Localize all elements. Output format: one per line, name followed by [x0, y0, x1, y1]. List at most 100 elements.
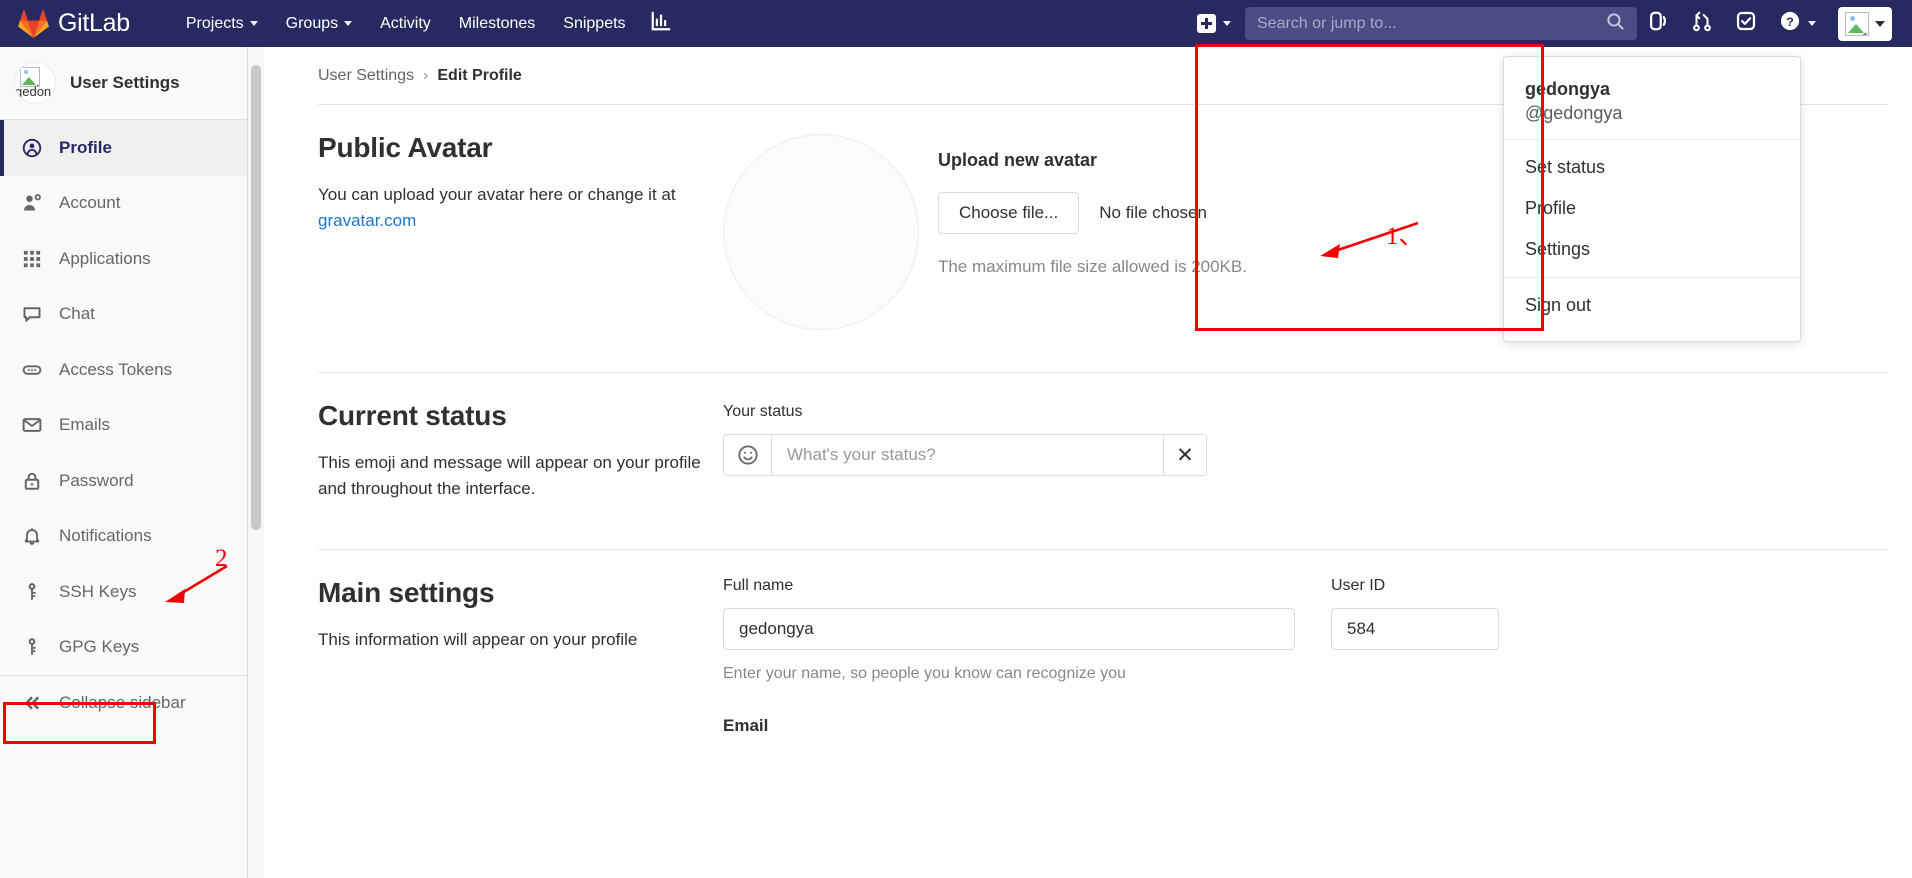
token-icon — [21, 360, 43, 380]
nav-label-milestones: Milestones — [458, 14, 536, 32]
todos-icon-button[interactable] — [1725, 4, 1767, 43]
dropdown-user-handle: @gedongya — [1525, 103, 1623, 123]
chevron-down-icon — [249, 21, 258, 26]
dropdown-primary-group: Set status Profile Settings — [1504, 140, 1800, 278]
nav-item-projects[interactable]: Projects — [172, 9, 272, 39]
sidebar-label-profile: Profile — [59, 137, 112, 157]
user-circle-icon — [21, 138, 43, 158]
chevron-down-icon — [1808, 21, 1816, 26]
chevron-down-icon — [344, 21, 353, 26]
full-name-label: Full name — [723, 576, 794, 594]
choose-file-button[interactable]: Choose file... — [938, 192, 1080, 234]
dropdown-item-sign-out[interactable]: Sign out — [1504, 285, 1800, 326]
sidebar-scrollbar-thumb[interactable] — [251, 65, 261, 530]
sidebar-item-chat[interactable]: Chat — [0, 287, 247, 343]
create-new-button[interactable] — [1197, 14, 1231, 33]
nav-item-activity[interactable]: Activity — [366, 9, 445, 39]
your-status-label: Your status — [723, 403, 803, 420]
sidebar-title: User Settings — [70, 73, 180, 92]
issues-icon — [1647, 10, 1669, 37]
dropdown-user-info: gedongya @gedongya — [1504, 65, 1800, 140]
sidebar-item-ssh-keys[interactable]: SSH Keys — [0, 564, 247, 620]
breadcrumb-parent[interactable]: User Settings — [318, 67, 414, 85]
search-input[interactable]: Search or jump to... — [1245, 7, 1637, 40]
issues-icon-button[interactable] — [1637, 4, 1679, 43]
gitlab-logo[interactable]: GitLab — [18, 9, 130, 38]
sidebar-item-profile[interactable]: Profile — [0, 120, 247, 176]
merge-requests-icon — [1691, 10, 1713, 37]
sidebar-label-chat: Chat — [59, 304, 95, 324]
avatar-preview — [723, 134, 919, 330]
search-placeholder: Search or jump to... — [1257, 14, 1397, 32]
sidebar-label-applications: Applications — [59, 248, 151, 268]
grid-apps-icon — [21, 249, 43, 269]
sidebar-label-emails: Emails — [59, 415, 111, 435]
user-menu-button[interactable] — [1838, 6, 1892, 41]
sidebar-item-gpg-keys[interactable]: GPG Keys — [0, 620, 247, 676]
close-icon[interactable]: ✕ — [1163, 435, 1206, 475]
dropdown-item-settings[interactable]: Settings — [1504, 229, 1800, 270]
comment-icon — [21, 304, 43, 324]
breadcrumb-current: Edit Profile — [437, 67, 522, 84]
double-chevron-left-icon — [21, 693, 43, 713]
full-name-hint: Enter your name, so people you know can … — [723, 664, 1126, 682]
nav-item-milestones[interactable]: Milestones — [445, 9, 549, 39]
gravatar-link[interactable]: gravatar.com — [318, 211, 416, 230]
dropdown-user-name: gedongya — [1525, 79, 1611, 99]
sidebar-item-password[interactable]: Password — [0, 453, 247, 509]
lock-icon — [21, 471, 43, 491]
collapse-sidebar-label: Collapse sidebar — [59, 693, 186, 713]
sidebar-item-emails[interactable]: Emails — [0, 398, 247, 454]
sidebar-label-notifications: Notifications — [59, 526, 152, 546]
sidebar-item-access-tokens[interactable]: Access Tokens — [0, 342, 247, 398]
max-file-size-hint: The maximum file size allowed is 200KB. — [938, 257, 1247, 276]
dropdown-secondary-group: Sign out — [1504, 278, 1800, 333]
sidebar-label-access-tokens: Access Tokens — [59, 359, 173, 379]
nav-item-groups[interactable]: Groups — [272, 9, 366, 39]
status-input[interactable] — [772, 435, 1163, 475]
collapse-sidebar-button[interactable]: Collapse sidebar — [0, 675, 247, 731]
nav-item-snippets[interactable]: Snippets — [549, 9, 639, 39]
smiley-icon[interactable] — [724, 435, 772, 475]
account-gear-icon — [21, 193, 43, 213]
sidebar-avatar-alt-text: gedon — [15, 84, 52, 99]
email-label: Email — [723, 715, 769, 735]
chart-bar-icon — [650, 10, 672, 37]
sidebar-item-account[interactable]: Account — [0, 176, 247, 232]
public-avatar-description-text: You can upload your avatar here or chang… — [318, 185, 676, 204]
user-dropdown-menu: gedongya @gedongya Set status Profile Se… — [1503, 56, 1801, 342]
nav-item-analytics[interactable] — [640, 4, 682, 43]
sidebar-item-notifications[interactable]: Notifications — [0, 509, 247, 565]
breadcrumb-separator: › — [423, 67, 429, 84]
navbar-right-actions: ? — [1637, 4, 1892, 43]
file-picker-row: Choose file... No file chosen — [938, 192, 1247, 234]
key-icon — [21, 637, 43, 657]
sidebar-header: gedon User Settings — [0, 47, 247, 120]
full-name-input[interactable] — [723, 607, 1295, 650]
dropdown-item-set-status[interactable]: Set status — [1504, 147, 1800, 188]
no-file-chosen-label: No file chosen — [1099, 203, 1207, 222]
sidebar-item-applications[interactable]: Applications — [0, 231, 247, 287]
search-icon — [1606, 12, 1625, 36]
nav-label-snippets: Snippets — [563, 14, 626, 32]
gitlab-tanuki-icon — [18, 9, 49, 38]
upload-avatar-title: Upload new avatar — [938, 150, 1098, 170]
sidebar-label-password: Password — [59, 470, 134, 490]
current-status-title: Current status — [318, 400, 507, 431]
main-settings-description: This information will appear on your pro… — [318, 629, 638, 649]
key-icon — [21, 582, 43, 602]
nav-label-projects: Projects — [185, 14, 244, 32]
chevron-down-icon — [1223, 21, 1231, 26]
help-icon-button[interactable]: ? — [1769, 4, 1826, 43]
sidebar-scrollbar[interactable] — [248, 47, 264, 878]
primary-nav: Projects Groups Activity Milestones Snip… — [172, 4, 682, 43]
svg-text:?: ? — [1786, 15, 1794, 29]
sidebar-label-ssh-keys: SSH Keys — [59, 581, 137, 601]
bell-icon — [21, 526, 43, 546]
sidebar-label-gpg-keys: GPG Keys — [59, 637, 140, 657]
gitlab-brand-text: GitLab — [58, 9, 130, 37]
current-status-description: This emoji and message will appear on yo… — [318, 453, 701, 499]
dropdown-item-profile[interactable]: Profile — [1504, 188, 1800, 229]
merge-requests-icon-button[interactable] — [1681, 4, 1723, 43]
top-navbar: GitLab Projects Groups Activity Mileston… — [0, 0, 1912, 47]
